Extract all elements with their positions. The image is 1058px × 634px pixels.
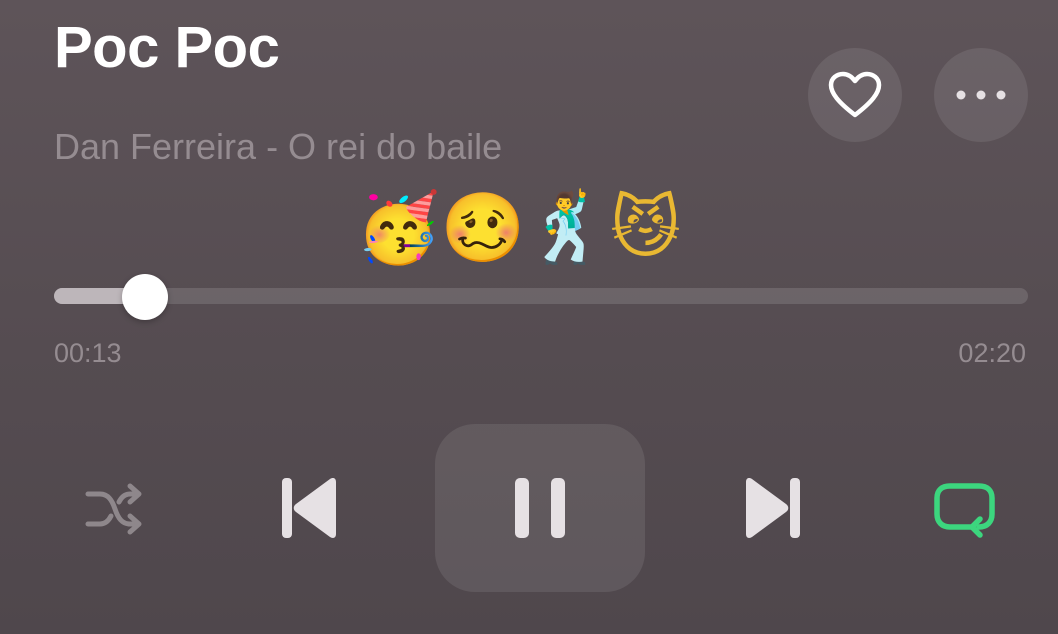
total-time: 02:20 <box>958 338 1026 368</box>
track-title: Poc Poc <box>54 15 280 80</box>
elapsed-time: 00:13 <box>54 338 122 368</box>
ellipsis-icon <box>956 90 1006 100</box>
pause-button[interactable] <box>435 424 645 592</box>
next-button[interactable] <box>738 472 810 544</box>
previous-button[interactable] <box>272 472 344 544</box>
favorite-button[interactable] <box>808 48 902 142</box>
pause-icon <box>515 478 565 538</box>
skip-back-icon <box>282 478 336 538</box>
repeat-icon <box>934 483 995 538</box>
shuffle-icon <box>85 483 142 535</box>
artist-album-label[interactable]: Dan Ferreira - O rei do baile <box>54 126 502 168</box>
repeat-button[interactable] <box>928 478 1002 544</box>
heart-outline-icon <box>828 71 882 118</box>
more-options-button[interactable] <box>934 48 1028 142</box>
progress-track[interactable] <box>54 288 1028 304</box>
skip-forward-icon <box>746 478 800 538</box>
emoji-line: 🥳🥴🕺😼 <box>356 189 681 268</box>
progress-thumb[interactable] <box>121 274 168 320</box>
shuffle-button[interactable] <box>80 478 150 540</box>
